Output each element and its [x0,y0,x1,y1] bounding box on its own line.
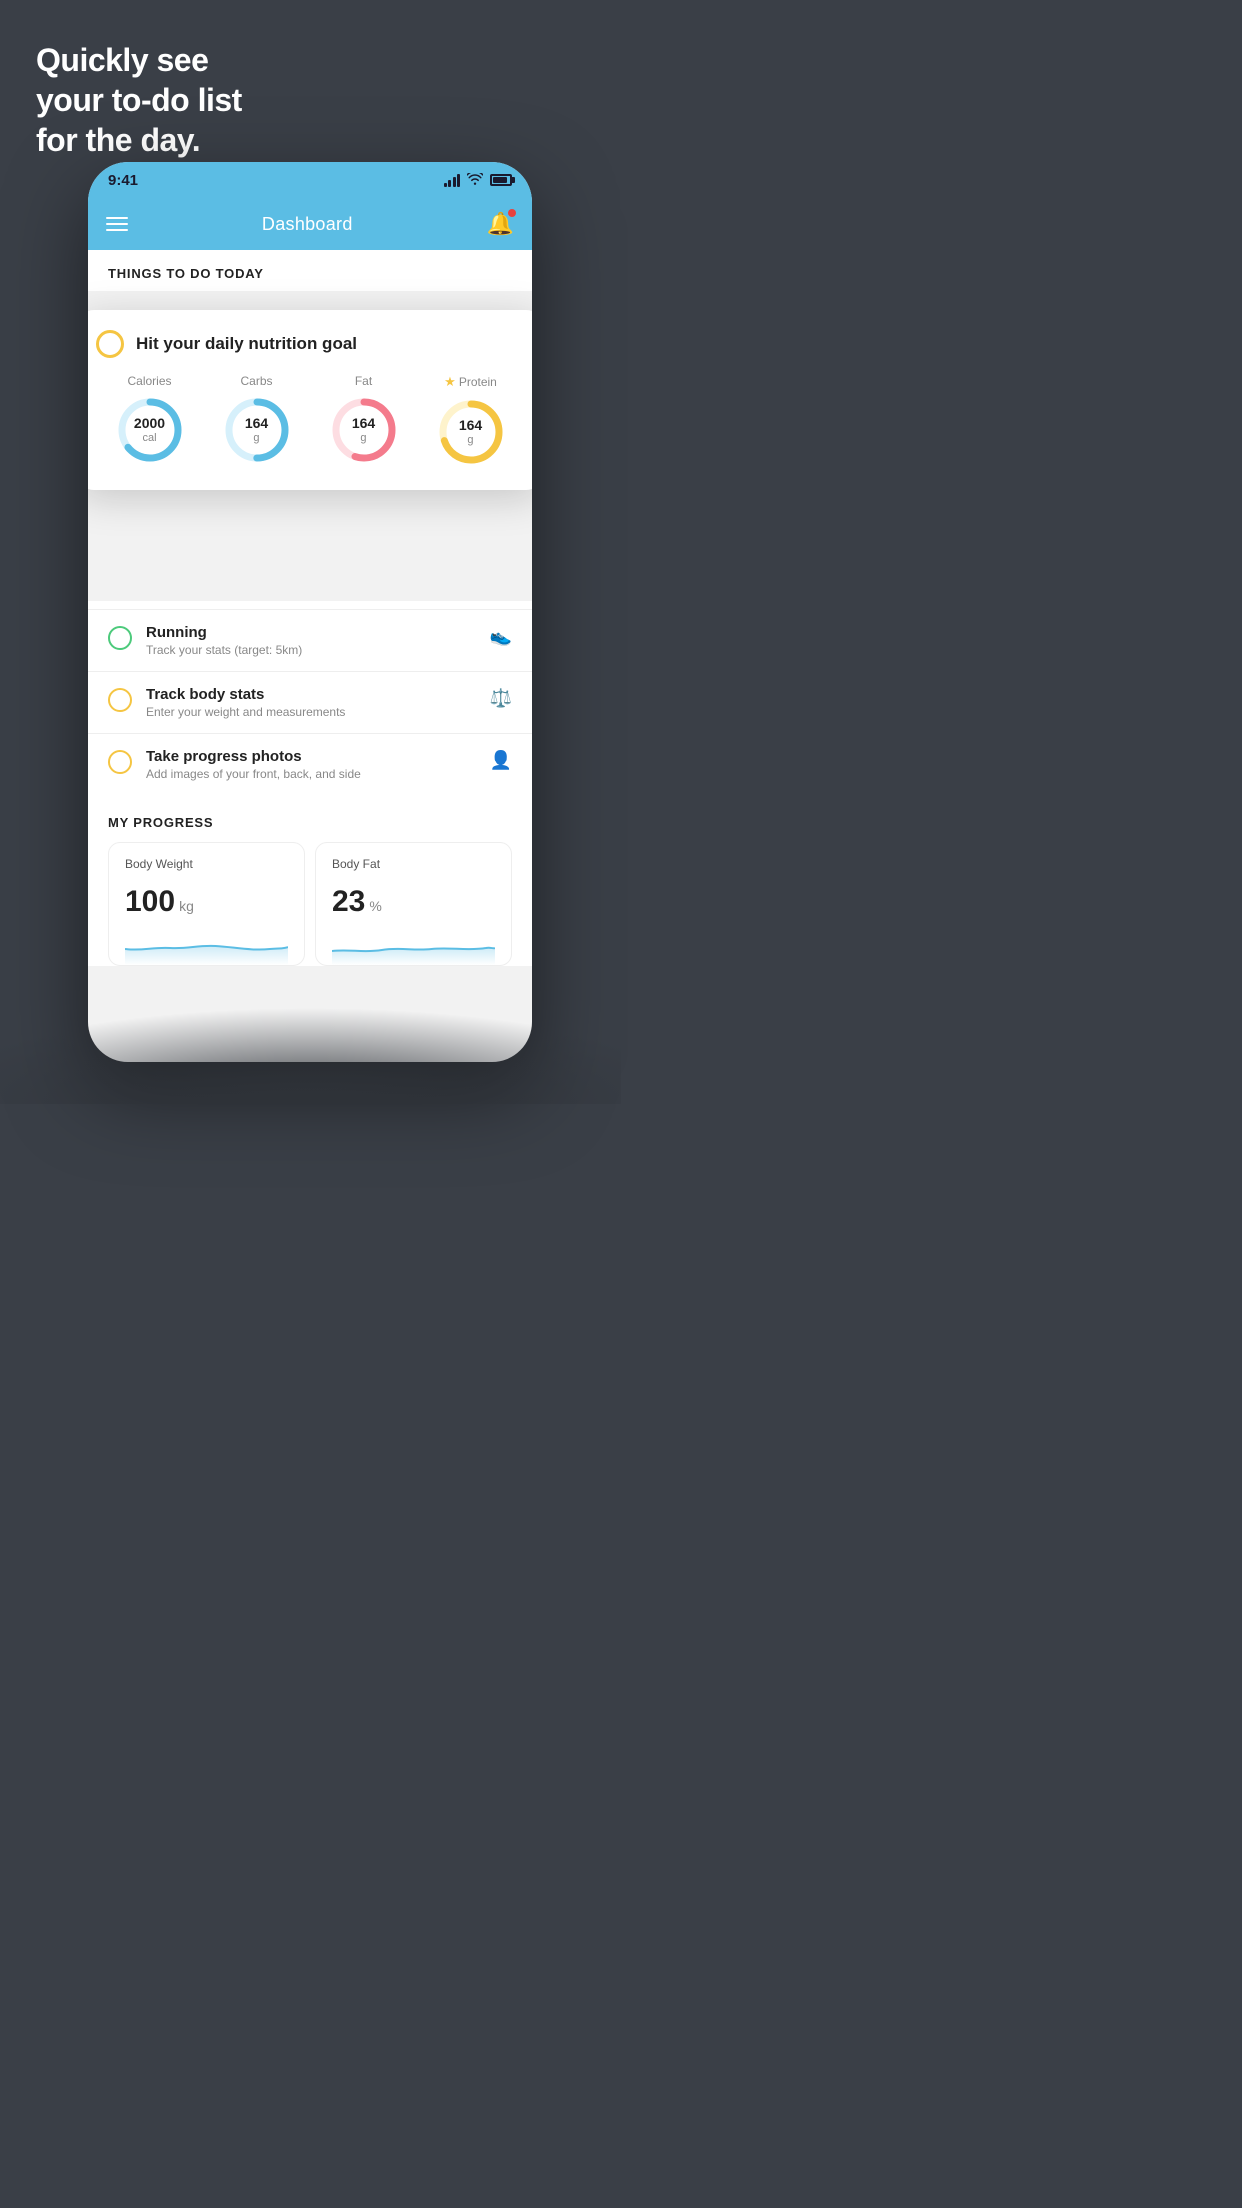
signal-icon [444,173,461,187]
protein-donut: 164 g [435,396,507,468]
wifi-icon [467,173,483,188]
battery-icon [490,174,512,186]
fat-label: Fat [355,374,372,388]
nutrition-protein: ★ Protein 164 g [435,374,507,468]
notification-dot [508,209,516,217]
nutrition-calories: Calories 2000 cal [114,374,186,466]
hero-text: Quickly see your to-do list for the day. [36,40,242,160]
body-stats-icon: ⚖️ [490,688,512,709]
photos-title: Take progress photos [146,748,476,765]
notification-bell[interactable]: 🔔 [487,211,514,237]
nutrition-fat: Fat 164 g [328,374,400,466]
running-text: Running Track your stats (target: 5km) [146,624,476,657]
hamburger-menu[interactable] [106,217,128,231]
running-subtitle: Track your stats (target: 5km) [146,643,476,657]
status-bar: 9:41 [88,162,532,198]
things-section-header: THINGS TO DO TODAY [88,250,532,291]
nutrition-circles: Calories 2000 cal Carbs [96,374,524,468]
nutrition-card-title: Hit your daily nutrition goal [136,334,357,354]
nav-title: Dashboard [262,214,353,235]
body-stats-text: Track body stats Enter your weight and m… [146,686,476,719]
body-fat-value: 23 [332,885,365,919]
status-time: 9:41 [108,172,138,189]
calories-donut: 2000 cal [114,394,186,466]
todo-item-running[interactable]: Running Track your stats (target: 5km) 👟 [88,609,532,671]
carbs-donut: 164 g [221,394,293,466]
body-weight-unit: kg [179,898,194,914]
body-stats-title: Track body stats [146,686,476,703]
running-icon: 👟 [490,626,512,647]
body-weight-sparkline [125,929,288,965]
todo-item-photos[interactable]: Take progress photos Add images of your … [88,733,532,795]
todo-item-body-stats[interactable]: Track body stats Enter your weight and m… [88,671,532,733]
nutrition-check-circle[interactable] [96,330,124,358]
body-fat-label: Body Fat [332,857,495,871]
protein-label: ★ Protein [444,374,497,390]
nutrition-card: Hit your daily nutrition goal Calories 2… [88,310,532,490]
photos-subtitle: Add images of your front, back, and side [146,767,476,781]
nav-bar: Dashboard 🔔 [88,198,532,250]
nutrition-carbs: Carbs 164 g [221,374,293,466]
calories-label: Calories [127,374,171,388]
todo-list: Running Track your stats (target: 5km) 👟… [88,601,532,795]
protein-star-icon: ★ [444,374,456,390]
status-icons [444,173,513,188]
things-heading: THINGS TO DO TODAY [108,266,512,281]
fat-donut: 164 g [328,394,400,466]
running-title: Running [146,624,476,641]
body-fat-unit: % [369,898,381,914]
body-fat-sparkline [332,929,495,965]
running-check-circle[interactable] [108,626,132,650]
carbs-label: Carbs [240,374,272,388]
phone-mockup: 9:41 Dashboard 🔔 [88,162,532,1062]
body-weight-label: Body Weight [125,857,288,871]
progress-heading: MY PROGRESS [108,815,512,830]
progress-cards: Body Weight 100 kg [108,842,512,966]
progress-section: MY PROGRESS Body Weight 100 kg [88,795,532,966]
body-weight-card[interactable]: Body Weight 100 kg [108,842,305,966]
photos-check-circle[interactable] [108,750,132,774]
body-fat-card[interactable]: Body Fat 23 % [315,842,512,966]
photos-text: Take progress photos Add images of your … [146,748,476,781]
body-stats-subtitle: Enter your weight and measurements [146,705,476,719]
body-weight-value: 100 [125,885,175,919]
body-stats-check-circle[interactable] [108,688,132,712]
photos-icon: 👤 [490,750,512,771]
